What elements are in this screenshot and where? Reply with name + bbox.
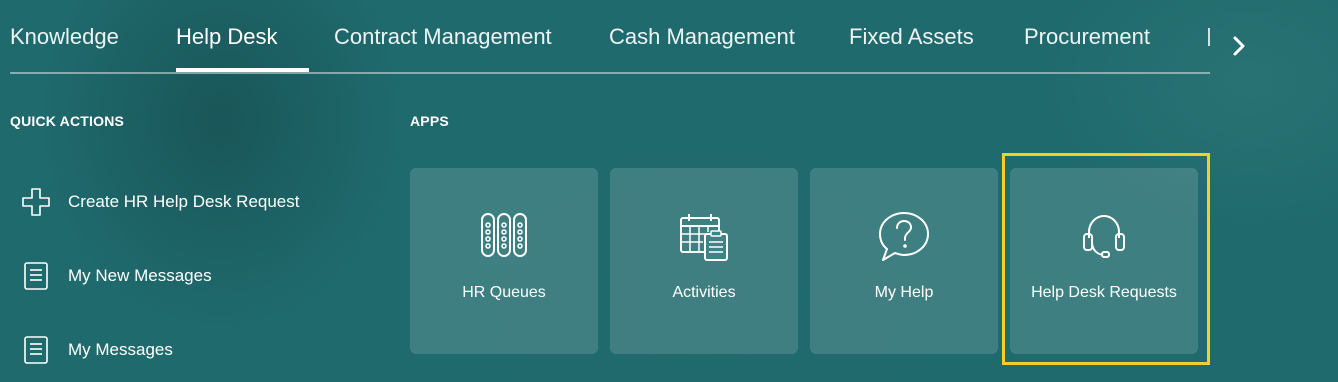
app-tile-label: Activities: [672, 284, 736, 301]
quick-action-label: My New Messages: [68, 266, 212, 285]
quick-action-label: Create HR Help Desk Request: [68, 192, 300, 211]
quick-action-my-messages[interactable]: My Messages: [20, 333, 173, 367]
app-tile-label: My Help: [874, 284, 934, 301]
tab-fixed-assets[interactable]: Fixed Assets: [849, 24, 974, 50]
app-tile-my-help[interactable]: My Help: [810, 168, 998, 354]
active-tab-indicator: [176, 68, 309, 72]
document-icon: [20, 260, 52, 292]
tab-overflow-edge: [1208, 28, 1210, 46]
tab-procurement[interactable]: Procurement: [1024, 24, 1150, 50]
app-tile-label: HR Queues: [462, 284, 546, 301]
calendar-icon: [610, 210, 798, 264]
apps-title: APPS: [410, 113, 449, 129]
quick-action-create-hr-help-desk-request[interactable]: Create HR Help Desk Request: [20, 185, 299, 219]
question-bubble-icon: [810, 210, 998, 264]
app-tile-hr-queues[interactable]: HR Queues: [410, 168, 598, 354]
tab-help-desk[interactable]: Help Desk: [176, 24, 277, 50]
app-tile-activities[interactable]: Activities: [610, 168, 798, 354]
scroll-right-button[interactable]: [1228, 30, 1252, 60]
queues-icon: [410, 210, 598, 264]
navigation-tabs: Knowledge Help Desk Contract Management …: [10, 0, 1210, 74]
quick-actions-title: QUICK ACTIONS: [10, 113, 125, 129]
tab-cash-management[interactable]: Cash Management: [609, 24, 795, 50]
highlight-box: [1002, 153, 1210, 365]
quick-action-label: My Messages: [68, 340, 173, 359]
document-icon: [20, 334, 52, 366]
chevron-right-icon: [1233, 36, 1245, 56]
quick-action-my-new-messages[interactable]: My New Messages: [20, 259, 212, 293]
plus-icon: [20, 186, 52, 218]
tab-knowledge[interactable]: Knowledge: [10, 24, 119, 50]
tab-contract-management[interactable]: Contract Management: [334, 24, 552, 50]
